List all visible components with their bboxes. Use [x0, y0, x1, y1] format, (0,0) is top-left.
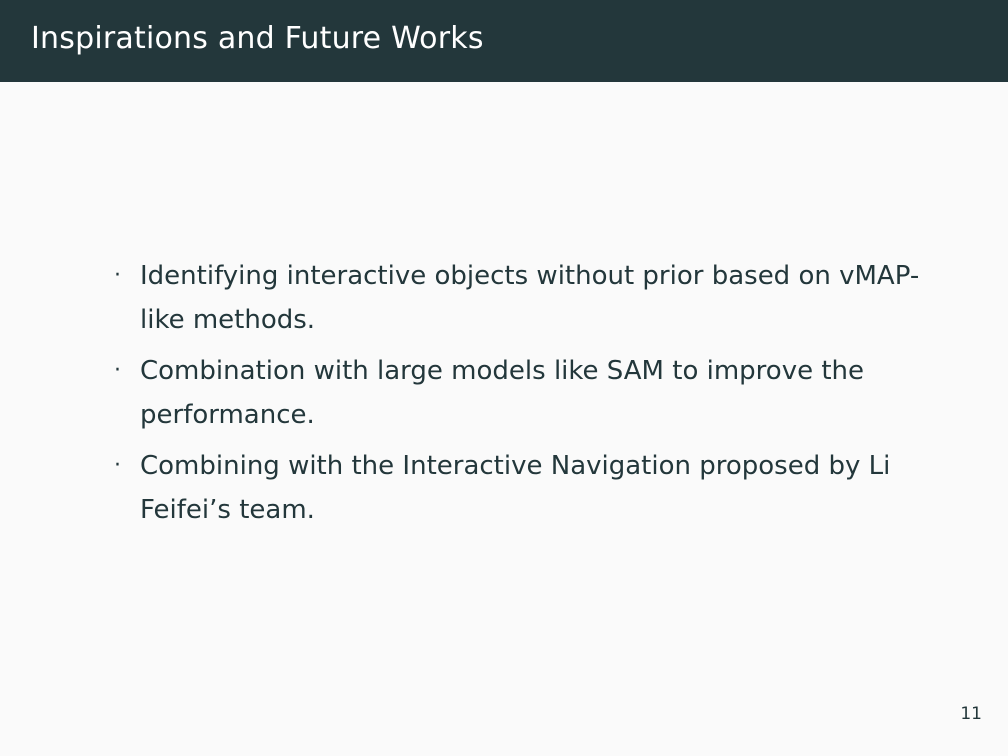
bullet-marker-icon: ·	[114, 358, 121, 383]
bullet-text: Identifying interactive objects without …	[140, 261, 920, 335]
slide-title: Inspirations and Future Works	[31, 21, 484, 56]
bullet-text: Combination with large models like SAM t…	[140, 356, 865, 430]
page-number: 11	[960, 704, 982, 724]
bullet-marker-icon: ·	[114, 263, 121, 288]
bullet-marker-icon: ·	[114, 453, 121, 478]
bullet-item-1: · Identifying interactive objects withou…	[112, 254, 932, 342]
bullet-item-3: · Combining with the Interactive Navigat…	[112, 444, 932, 532]
bullet-list: · Identifying interactive objects withou…	[112, 254, 932, 539]
bullet-text: Combining with the Interactive Navigatio…	[140, 451, 891, 525]
slide-header: Inspirations and Future Works	[0, 0, 1008, 82]
bullet-item-2: · Combination with large models like SAM…	[112, 349, 932, 437]
